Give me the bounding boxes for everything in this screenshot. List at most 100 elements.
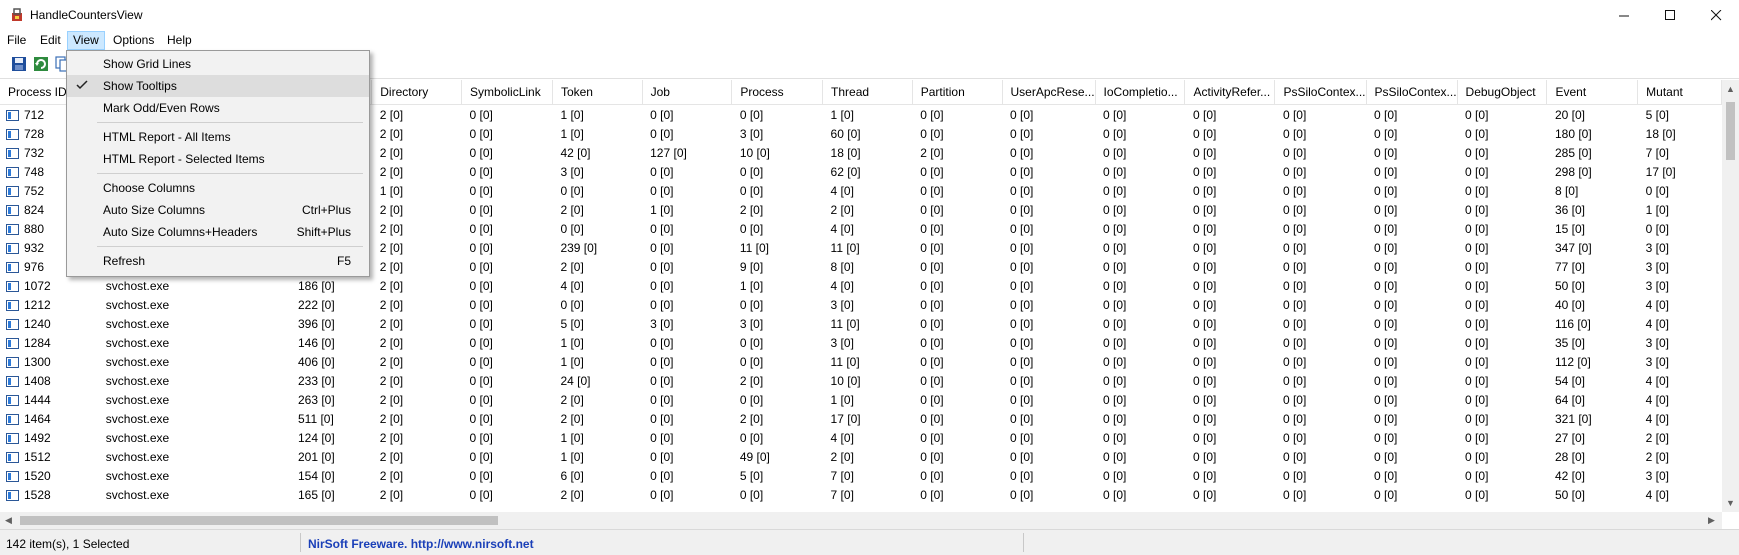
menu-item-refresh[interactable]: Refresh F5 <box>67 250 369 272</box>
table-cell: 0 [0] <box>1374 240 1398 255</box>
table-cell: 0 [0] <box>1192 430 1217 445</box>
table-row[interactable]: 1408 svchost.exe 233 [0] 2 [0] 0 [0] 24 [0] 0 … <box>0 371 1722 390</box>
table-cell: 0 [0] <box>1374 145 1398 160</box>
column-header[interactable]: Process <box>731 80 824 105</box>
scroll-up-icon[interactable]: ▲ <box>1726 84 1735 94</box>
menu-item-show-tooltips[interactable]: Show Tooltips <box>67 75 369 97</box>
table-row[interactable]: 1072 svchost.exe 186 [0] 2 [0] 0 [0] 4 [0] 0 [… <box>0 276 1722 295</box>
table-cell: 0 [0] <box>1282 126 1307 141</box>
table-cell: 0 [0] <box>1465 354 1489 369</box>
column-header[interactable]: Partition <box>912 80 1003 105</box>
process-icon <box>6 489 19 501</box>
menu-separator <box>97 246 363 247</box>
menu-item-choose-columns[interactable]: Choose Columns <box>67 177 369 199</box>
table-cell: 0 [0] <box>920 487 944 502</box>
table-row[interactable]: 1240 svchost.exe 396 [0] 2 [0] 0 [0] 5 [0] 3 [… <box>0 314 1722 333</box>
table-cell: 62 [0] <box>830 164 861 179</box>
scroll-down-icon[interactable]: ▼ <box>1726 498 1735 508</box>
table-cell: 0 [0] <box>650 259 674 274</box>
scroll-right-icon[interactable]: ▶ <box>1708 515 1715 526</box>
save-icon[interactable] <box>10 55 28 73</box>
column-header[interactable]: PsSiloContex... <box>1274 80 1367 105</box>
menu-item-auto-size-columns-headers[interactable]: Auto Size Columns+Headers Shift+Plus <box>67 221 369 243</box>
column-header[interactable]: Job <box>642 80 733 105</box>
menu-item-show-grid-lines[interactable]: Show Grid Lines <box>67 53 369 75</box>
menu-edit[interactable]: Edit <box>35 32 66 49</box>
table-cell: 0 [0] <box>739 164 764 179</box>
horizontal-scroll-thumb[interactable] <box>20 516 498 525</box>
menu-item-auto-size-columns[interactable]: Auto Size Columns Ctrl+Plus <box>67 199 369 221</box>
column-header[interactable]: Event <box>1546 80 1639 105</box>
table-cell: 0 [0] <box>1010 335 1034 350</box>
table-cell: 0 [0] <box>1103 221 1127 236</box>
menu-view[interactable]: View <box>67 31 105 50</box>
table-cell: 6 [0] <box>560 468 584 483</box>
column-header[interactable]: Mutant <box>1637 80 1722 105</box>
menu-item-html-report-all[interactable]: HTML Report - All Items <box>67 126 369 148</box>
table-row[interactable]: 1444 svchost.exe 263 [0] 2 [0] 0 [0] 2 [0] 0 [… <box>0 390 1722 409</box>
table-cell: 0 [0] <box>1282 259 1307 274</box>
table-cell: 2 [0] <box>379 297 404 312</box>
menu-item-html-report-selected[interactable]: HTML Report - Selected Items <box>67 148 369 170</box>
column-header[interactable]: ActivityRefer... <box>1184 80 1276 105</box>
column-header[interactable]: SymbolicLink <box>461 80 553 105</box>
maximize-button[interactable] <box>1647 0 1693 30</box>
table-cell: 0 [0] <box>650 430 674 445</box>
table-cell: 233 [0] <box>297 373 335 388</box>
process-id-text: 1512 <box>24 449 51 464</box>
column-header[interactable]: Directory <box>371 80 463 105</box>
table-cell: 112 [0] <box>1554 354 1591 369</box>
table-cell: 4 [0] <box>1645 487 1670 502</box>
table-row[interactable]: 1300 svchost.exe 406 [0] 2 [0] 0 [0] 1 [0] 0 [… <box>0 352 1722 371</box>
table-cell: 0 [0] <box>920 297 944 312</box>
table-cell: 0 [0] <box>1103 392 1127 407</box>
vertical-scroll-thumb[interactable] <box>1726 102 1735 160</box>
column-header[interactable]: PsSiloContex... <box>1366 80 1458 105</box>
table-cell: 0 [0] <box>560 297 584 312</box>
menu-file[interactable]: File <box>2 32 31 49</box>
table-row[interactable]: 1212 svchost.exe 222 [0] 2 [0] 0 [0] 0 [0] 0 [… <box>0 295 1722 314</box>
table-cell: svchost.exe <box>105 411 170 426</box>
vertical-scrollbar[interactable]: ▲ ▼ <box>1722 80 1739 512</box>
table-cell: 3 [0] <box>830 297 854 312</box>
nirsoft-link[interactable]: NirSoft Freeware. http://www.nirsoft.net <box>308 537 534 551</box>
process-id-cell: 1212 <box>0 295 98 314</box>
column-header[interactable]: DebugObject <box>1457 80 1548 105</box>
table-cell: 0 [0] <box>469 430 493 445</box>
table-cell: 285 [0] <box>1554 145 1592 160</box>
menu-help[interactable]: Help <box>162 32 197 49</box>
column-header[interactable]: IoCompletio... <box>1095 80 1186 105</box>
table-cell: 0 [0] <box>1103 335 1127 350</box>
menu-options[interactable]: Options <box>108 32 159 49</box>
horizontal-scrollbar[interactable]: ◀ ▶ <box>0 512 1722 529</box>
table-cell: 0 [0] <box>1010 259 1034 274</box>
column-header[interactable]: UserApcRese... <box>1002 80 1096 105</box>
close-button[interactable] <box>1693 0 1739 30</box>
refresh-icon[interactable] <box>32 55 50 73</box>
process-id-cell: 1464 <box>0 409 98 428</box>
table-cell: 0 [0] <box>1010 430 1034 445</box>
process-icon <box>6 147 19 159</box>
table-cell: 4 [0] <box>830 183 854 198</box>
table-cell: 0 [0] <box>650 411 674 426</box>
table-row[interactable]: 1492 svchost.exe 124 [0] 2 [0] 0 [0] 1 [0] 0 [… <box>0 428 1722 447</box>
table-cell: 1 [0] <box>560 107 584 122</box>
process-icon <box>6 166 19 178</box>
table-cell: 0 [0] <box>650 126 674 141</box>
table-row[interactable]: 1464 svchost.exe 511 [0] 2 [0] 0 [0] 2 [0] 0 [… <box>0 409 1722 428</box>
table-cell: 239 [0] <box>560 240 598 255</box>
column-header[interactable]: Thread <box>822 80 913 105</box>
table-cell: 42 [0] <box>1554 468 1585 483</box>
table-cell: 0 [0] <box>1282 221 1307 236</box>
minimize-button[interactable] <box>1601 0 1647 30</box>
column-header[interactable]: Token <box>552 80 643 105</box>
table-row[interactable]: 1528 svchost.exe 165 [0] 2 [0] 0 [0] 2 [0] 0 [… <box>0 485 1722 504</box>
scroll-left-icon[interactable]: ◀ <box>5 515 12 526</box>
table-row[interactable]: 1284 svchost.exe 146 [0] 2 [0] 0 [0] 1 [0] 0 [… <box>0 333 1722 352</box>
table-cell: 0 [0] <box>920 183 944 198</box>
table-row[interactable]: 1512 svchost.exe 201 [0] 2 [0] 0 [0] 1 [0] 0 [… <box>0 447 1722 466</box>
menu-item-mark-odd-even-rows[interactable]: Mark Odd/Even Rows <box>67 97 369 119</box>
status-separator <box>1023 533 1024 552</box>
table-cell: 17 [0] <box>830 411 861 426</box>
table-row[interactable]: 1520 svchost.exe 154 [0] 2 [0] 0 [0] 6 [0] 0 [… <box>0 466 1722 485</box>
